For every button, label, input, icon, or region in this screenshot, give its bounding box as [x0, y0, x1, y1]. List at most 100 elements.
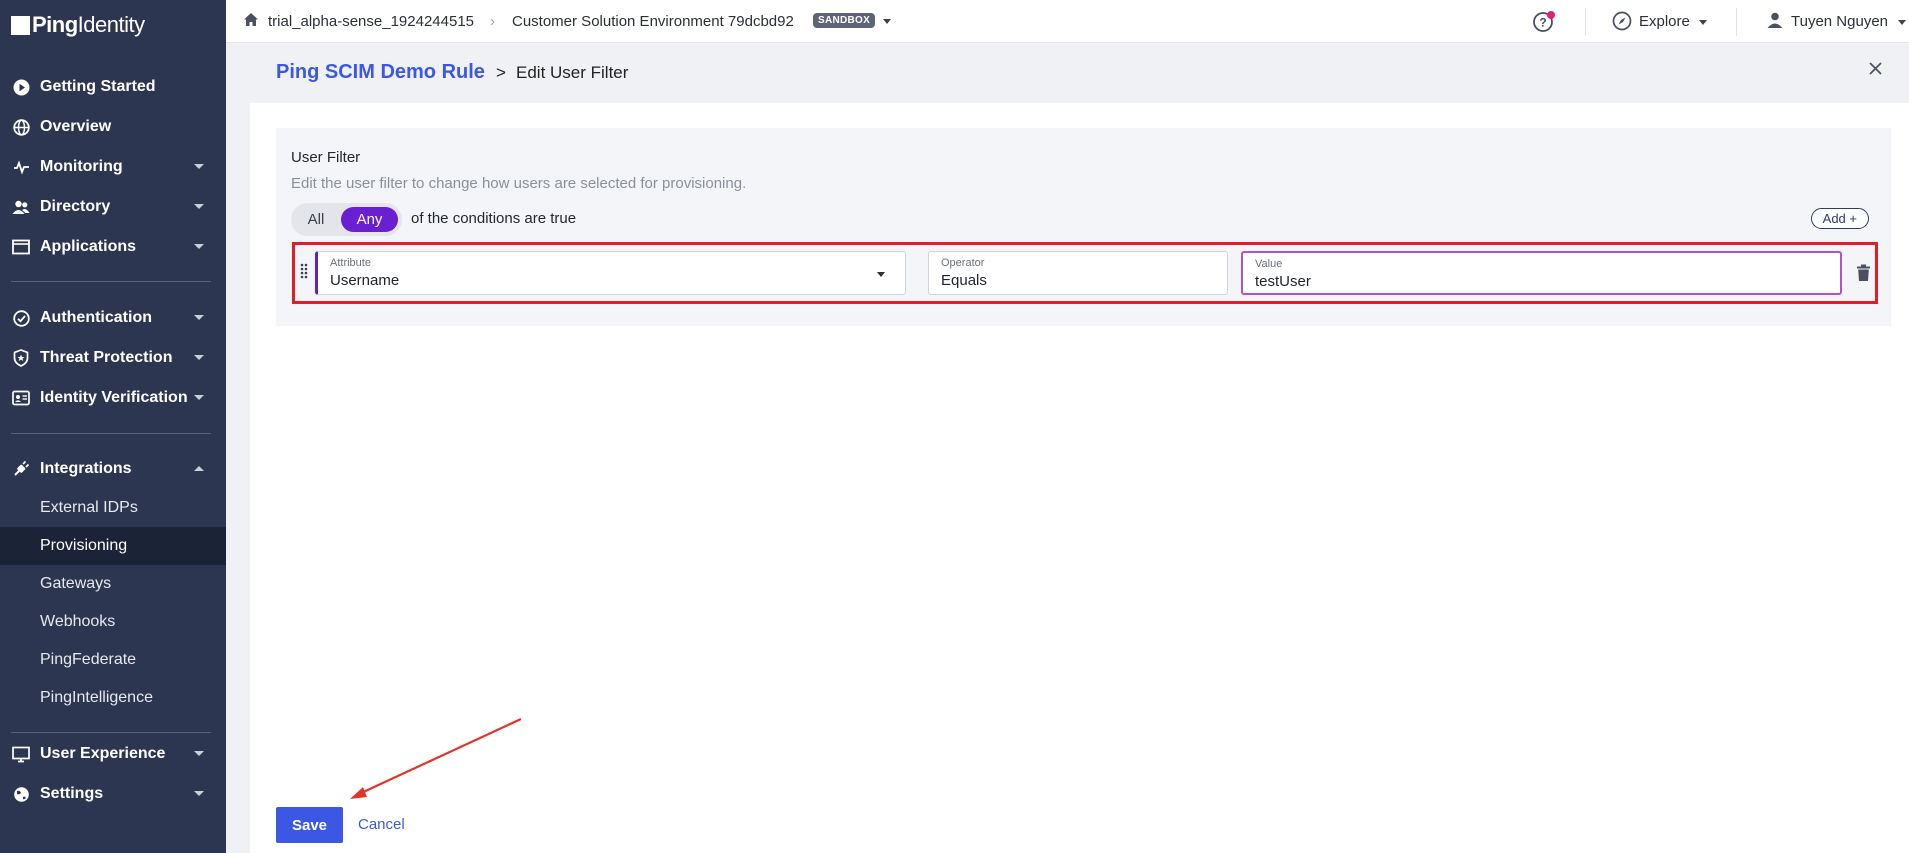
panel-description: Edit the user filter to change how users… — [291, 175, 747, 192]
chevron-down-icon — [194, 244, 204, 249]
shield-icon — [11, 349, 31, 367]
sidebar-item-label: User Experience — [40, 745, 166, 762]
user-dropdown-caret[interactable] — [1898, 20, 1906, 25]
save-button[interactable]: Save — [276, 807, 343, 843]
toggle-any-option[interactable]: Any — [341, 207, 398, 232]
environment-name[interactable]: Customer Solution Environment 79dcbd92 — [512, 13, 794, 30]
sidebar-subitem-pingintelligence[interactable]: PingIntelligence — [0, 679, 226, 717]
sidebar-item-integrations[interactable]: Integrations — [0, 449, 226, 489]
logo-mark-icon — [11, 15, 30, 35]
sidebar-subitem-pingfederate[interactable]: PingFederate — [0, 641, 226, 679]
sidebar-subitem-gateways[interactable]: Gateways — [0, 565, 226, 603]
logo-text: Identity — [77, 12, 145, 37]
toggle-all-option[interactable]: All — [297, 207, 335, 232]
pulse-icon — [11, 159, 31, 176]
breadcrumb-separator: > — [496, 63, 506, 82]
value-text: testUser — [1255, 273, 1311, 290]
check-circle-icon — [11, 309, 31, 327]
sidebar-subitem-label: External IDPs — [40, 499, 138, 516]
sidebar-subitem-label: PingFederate — [40, 651, 137, 668]
chevron-down-icon — [194, 164, 204, 169]
sidebar-subitem-external-idps[interactable]: External IDPs — [0, 489, 226, 527]
chevron-down-icon — [194, 751, 204, 756]
sidebar-item-label: Integrations — [40, 460, 132, 477]
globe-icon — [11, 118, 31, 136]
globe-icon — [11, 786, 31, 803]
logo-text-bold: Ping — [32, 12, 78, 37]
panel-title: User Filter — [291, 149, 361, 166]
topbar-divider — [1736, 8, 1737, 36]
chevron-down-icon — [194, 791, 204, 796]
trash-icon[interactable] — [1856, 264, 1871, 287]
sidebar-subitem-label: Provisioning — [40, 537, 128, 554]
user-menu[interactable]: Tuyen Nguyen — [1791, 13, 1888, 30]
close-icon[interactable] — [1868, 61, 1883, 81]
sidebar-item-label: Threat Protection — [40, 349, 173, 366]
sidebar-item-authentication[interactable]: Authentication — [0, 298, 226, 338]
id-card-icon — [11, 390, 31, 406]
sidebar-item-applications[interactable]: Applications — [0, 227, 226, 267]
sidebar-item-threat-protection[interactable]: Threat Protection — [0, 338, 226, 378]
help-icon[interactable]: ? — [1532, 10, 1556, 39]
sidebar-item-label: Directory — [40, 198, 111, 215]
plug-icon — [11, 460, 31, 478]
chevron-down-icon — [194, 204, 204, 209]
sidebar-subitem-provisioning[interactable]: Provisioning — [0, 527, 226, 565]
sidebar-item-getting-started[interactable]: Getting Started — [0, 67, 226, 107]
sidebar-subitem-label: PingIntelligence — [40, 689, 153, 706]
drag-handle-icon[interactable] — [300, 263, 308, 284]
sidebar-divider — [11, 281, 211, 282]
sidebar-divider — [11, 433, 211, 434]
breadcrumb-rule-link[interactable]: Ping SCIM Demo Rule — [276, 61, 485, 84]
home-icon[interactable] — [243, 12, 259, 32]
sandbox-badge: SANDBOX — [813, 13, 876, 28]
ping-identity-logo[interactable]: Ping Identity — [0, 0, 226, 50]
sidebar-subitem-webhooks[interactable]: Webhooks — [0, 603, 226, 641]
chevron-down-icon — [194, 395, 204, 400]
chevron-down-icon — [194, 315, 204, 320]
user-filter-panel: User Filter Edit the user filter to chan… — [276, 128, 1891, 326]
add-condition-button[interactable]: Add + — [1810, 208, 1869, 229]
sidebar-subitem-label: Gateways — [40, 575, 112, 592]
sidebar-item-settings[interactable]: Settings — [0, 774, 226, 814]
chevron-down-icon — [194, 355, 204, 360]
compass-icon[interactable] — [1612, 11, 1632, 36]
sidebar-divider — [11, 732, 211, 733]
sidebar-item-label: Getting Started — [40, 78, 156, 95]
operator-field[interactable]: Operator Equals — [928, 251, 1228, 295]
sidebar-item-label: Monitoring — [40, 158, 123, 175]
sidebar-item-label: Applications — [40, 238, 137, 255]
value-input[interactable]: Value testUser — [1241, 251, 1842, 295]
attribute-label: Attribute — [330, 257, 371, 269]
sidebar-item-identity-verification[interactable]: Identity Verification — [0, 378, 226, 418]
users-icon — [11, 199, 31, 216]
org-name[interactable]: trial_alpha-sense_1924244515 — [268, 13, 474, 30]
main-content: User Filter Edit the user filter to chan… — [250, 103, 1909, 853]
sidebar-item-label: Settings — [40, 785, 104, 802]
sidebar-item-overview[interactable]: Overview — [0, 107, 226, 147]
topbar-divider — [1585, 8, 1586, 36]
chevron-down-icon — [877, 272, 885, 277]
user-icon[interactable] — [1766, 11, 1784, 34]
cancel-button[interactable]: Cancel — [358, 816, 405, 833]
explore-menu[interactable]: Explore — [1639, 13, 1690, 30]
attribute-select[interactable]: Attribute Username — [315, 251, 906, 295]
attribute-value: Username — [330, 272, 400, 289]
sidebar-item-monitoring[interactable]: Monitoring — [0, 147, 226, 187]
operator-value: Equals — [941, 272, 987, 289]
value-label: Value — [1255, 258, 1283, 270]
explore-dropdown-caret[interactable] — [1699, 20, 1707, 25]
sidebar-item-user-experience[interactable]: User Experience — [0, 734, 226, 774]
sidebar-item-label: Overview — [40, 118, 112, 135]
monitor-icon — [11, 746, 31, 763]
page-title: Edit User Filter — [516, 63, 629, 82]
sidebar-item-label: Identity Verification — [40, 389, 188, 406]
condition-text: of the conditions are true — [411, 210, 577, 227]
window-icon — [11, 239, 31, 255]
environment-dropdown-caret[interactable] — [883, 19, 891, 24]
sidebar-item-directory[interactable]: Directory — [0, 187, 226, 227]
svg-text:?: ? — [1539, 16, 1546, 30]
sidebar-item-label: Authentication — [40, 309, 152, 326]
chevron-up-icon — [194, 466, 204, 471]
operator-label: Operator — [941, 257, 985, 269]
